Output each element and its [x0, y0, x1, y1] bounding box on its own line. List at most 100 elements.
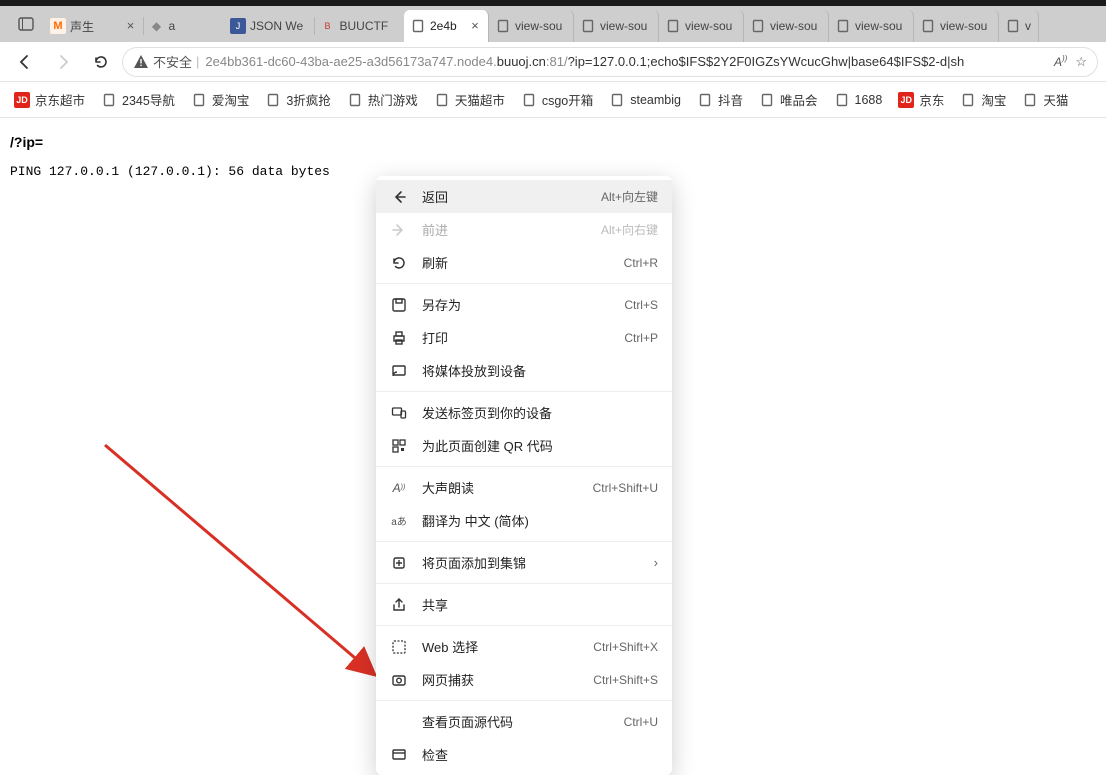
arrow-left-icon [390, 189, 408, 205]
favicon-page-icon [1005, 18, 1021, 34]
bookmark-1688[interactable]: 1688 [828, 89, 889, 111]
address-bar[interactable]: 不安全 | 2e4bb361-dc60-43ba-ae25-a3d56173a7… [122, 47, 1098, 77]
favicon-page-icon [665, 18, 681, 34]
bookmark-douyin[interactable]: 抖音 [691, 87, 749, 112]
page-icon [1022, 92, 1038, 108]
refresh-icon [390, 255, 408, 271]
bookmark-games[interactable]: 热门游戏 [341, 87, 424, 112]
favicon-page-icon [920, 18, 936, 34]
tab-label: 声生 [70, 18, 120, 35]
ctx-qr[interactable]: 为此页面创建 QR 代码 [376, 429, 672, 462]
qr-icon [390, 438, 408, 454]
tab-viewsource[interactable]: view-sou [914, 10, 999, 42]
bookmark-tmall-super[interactable]: 天猫超市 [428, 87, 511, 112]
page-icon [521, 92, 537, 108]
tab-close-icon[interactable]: × [124, 19, 138, 33]
bookmark-csgo[interactable]: csgo开箱 [515, 87, 599, 112]
favicon-page-icon [410, 18, 426, 34]
page-icon [834, 92, 850, 108]
favicon-page-icon [580, 18, 596, 34]
ctx-forward: 前进 Alt+向右键 [376, 213, 672, 246]
warning-icon [133, 54, 149, 70]
tab-viewsource[interactable]: view-sou [659, 10, 744, 42]
page-icon [101, 92, 117, 108]
ctx-web-capture[interactable]: 网页捕获 Ctrl+Shift+S [376, 663, 672, 696]
page-icon [434, 92, 450, 108]
bookmarks-bar: JD京东超市 2345导航 爱淘宝 3折疯抢 热门游戏 天猫超市 csgo开箱 … [0, 82, 1106, 118]
back-button[interactable] [8, 46, 42, 78]
ctx-read-aloud[interactable]: A)) 大声朗读 Ctrl+Shift+U [376, 471, 672, 504]
bookmark-vip[interactable]: 唯品会 [753, 87, 824, 112]
bookmark-3zhe[interactable]: 3折疯抢 [259, 87, 336, 112]
favicon-page-icon [750, 18, 766, 34]
page-icon [265, 92, 281, 108]
tab-close-icon[interactable]: × [468, 19, 482, 33]
favicon-json-icon: J [230, 18, 246, 34]
page-icon [347, 92, 363, 108]
favicon-page-icon [835, 18, 851, 34]
ctx-save-as[interactable]: 另存为 Ctrl+S [376, 288, 672, 321]
bookmark-steambig[interactable]: steambig [603, 89, 687, 111]
translate-icon: aあ [390, 513, 408, 528]
bookmark-jd2[interactable]: JD京东 [892, 87, 950, 112]
context-menu: 返回 Alt+向左键 前进 Alt+向右键 刷新 Ctrl+R 另存为 Ctrl… [376, 176, 672, 775]
tab-viewsource[interactable]: view-sou [574, 10, 659, 42]
bookmark-2345[interactable]: 2345导航 [95, 87, 181, 112]
bookmark-taobao[interactable]: 淘宝 [954, 87, 1012, 112]
bookmark-tmall[interactable]: 天猫 [1016, 87, 1074, 112]
page-heading: /?ip= [10, 134, 1096, 150]
tab-active[interactable]: 2e4b × [404, 10, 489, 42]
ctx-translate[interactable]: aあ 翻译为 中文 (简体) [376, 504, 672, 537]
ctx-share[interactable]: 共享 [376, 588, 672, 621]
inspect-icon [390, 747, 408, 763]
tab-actions-button[interactable] [8, 10, 44, 38]
read-aloud-icon[interactable]: A)) [1054, 54, 1067, 70]
tab-viewsource[interactable]: view-sou [829, 10, 914, 42]
chevron-right-icon: › [654, 555, 658, 570]
tab-viewsource[interactable]: view-sou [489, 10, 574, 42]
url-text: 2e4bb361-dc60-43ba-ae25-a3d56173a747.nod… [205, 54, 1048, 69]
page-icon [697, 92, 713, 108]
save-icon [390, 297, 408, 313]
tab-label: a [169, 19, 219, 33]
tab-group-0[interactable]: M 声生 × ◆ a [44, 10, 224, 42]
collections-icon [390, 555, 408, 571]
tab-label: view-sou [600, 19, 652, 33]
favicon-mango-icon: M [50, 18, 66, 34]
ctx-collections[interactable]: 将页面添加到集锦 › [376, 546, 672, 579]
tab-label: view-sou [940, 19, 992, 33]
devices-icon [390, 405, 408, 421]
site-security-indicator[interactable]: 不安全 | [133, 52, 199, 71]
tab-label: view-sou [770, 19, 822, 33]
bookmark-jd[interactable]: JD京东超市 [8, 87, 91, 112]
page-icon [191, 92, 207, 108]
ctx-web-select[interactable]: Web 选择 Ctrl+Shift+X [376, 630, 672, 663]
screenshot-icon [390, 672, 408, 688]
bookmark-aitaobao[interactable]: 爱淘宝 [185, 87, 256, 112]
tab-label: v [1025, 19, 1032, 33]
favorite-icon[interactable]: ☆ [1075, 54, 1087, 70]
web-select-icon [390, 639, 408, 655]
cast-icon [390, 363, 408, 379]
annotation-arrow [95, 435, 395, 695]
ctx-back[interactable]: 返回 Alt+向左键 [376, 180, 672, 213]
ctx-cast[interactable]: 将媒体投放到设备 [376, 354, 672, 387]
ctx-print[interactable]: 打印 Ctrl+P [376, 321, 672, 354]
tab-label: view-sou [855, 19, 907, 33]
toolbar: 不安全 | 2e4bb361-dc60-43ba-ae25-a3d56173a7… [0, 42, 1106, 82]
tab-label: view-sou [685, 19, 737, 33]
tab-label: BUUCTF [340, 19, 399, 33]
ctx-inspect[interactable]: 检查 [376, 738, 672, 771]
ctx-refresh[interactable]: 刷新 Ctrl+R [376, 246, 672, 279]
tab-group-1[interactable]: J JSON We B BUUCTF [224, 10, 404, 42]
favicon-page-icon [495, 18, 511, 34]
tab-viewsource[interactable]: view-sou [744, 10, 829, 42]
forward-button[interactable] [46, 46, 80, 78]
ctx-send-tab[interactable]: 发送标签页到你的设备 [376, 396, 672, 429]
page-icon [759, 92, 775, 108]
ctx-view-source[interactable]: 查看页面源代码 Ctrl+U [376, 705, 672, 738]
refresh-button[interactable] [84, 46, 118, 78]
insecure-label: 不安全 [153, 52, 192, 71]
tab-label: 2e4b [430, 19, 464, 33]
tab-viewsource[interactable]: v [999, 10, 1039, 42]
